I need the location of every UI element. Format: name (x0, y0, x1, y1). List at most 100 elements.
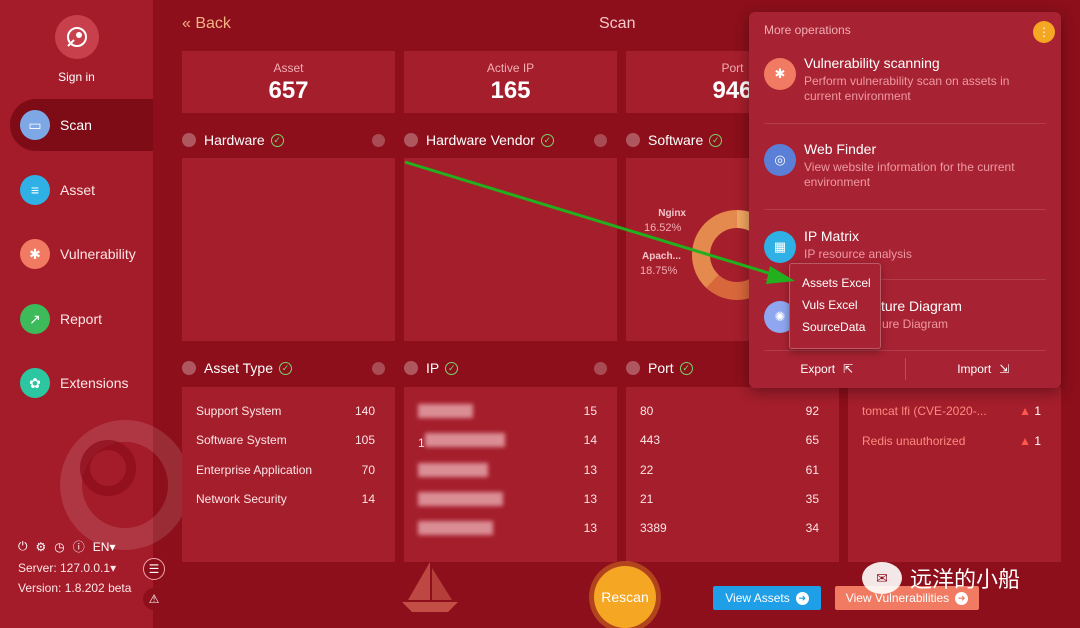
list-item-count: 13 (583, 492, 597, 506)
help-icon[interactable] (372, 362, 385, 375)
vuln-name: Redis unauthorized (862, 434, 966, 448)
sidebar-item-extensions[interactable]: ✿ Extensions (10, 357, 153, 409)
sidebar-item-label: Report (60, 311, 103, 327)
hardware-vendor-header: Hardware Vendor ✓ (404, 132, 554, 148)
list-item[interactable]: 13 (418, 463, 597, 480)
kebab-menu-icon[interactable]: ⋮ (1033, 21, 1055, 43)
list-item[interactable]: Redis unauthorized ▲ 1 (862, 434, 1041, 448)
clock-icon[interactable]: ◷ (54, 540, 64, 554)
vulnerability-icon: ✱ (20, 239, 50, 269)
hamburger-menu-icon[interactable]: ☰ (143, 558, 165, 580)
language-label: EN (92, 539, 110, 554)
export-icon: ⇱ (843, 362, 854, 376)
version-label: Version: 1.8.202 beta (18, 581, 132, 595)
port-icon (626, 361, 640, 375)
help-icon[interactable] (594, 134, 607, 147)
list-item[interactable]: 80 92 (640, 404, 819, 418)
watermark: ✉ 远洋的小船 (862, 562, 1020, 594)
export-source-data[interactable]: SourceData (802, 320, 865, 334)
list-item[interactable]: 15 (418, 404, 597, 421)
vulnerability-panel: tomcat lfi (CVE-2020-... ▲ 1 Redis unauth… (848, 387, 1061, 562)
back-button[interactable]: « Back (182, 15, 231, 33)
op-title: IP Matrix (804, 228, 859, 244)
software-header: Software ✓ (626, 132, 723, 148)
export-label: Export (800, 362, 836, 376)
warning-icon[interactable]: ⚠ (143, 588, 165, 610)
list-item[interactable]: 443 65 (640, 433, 819, 447)
op-title: cture Diagram (874, 298, 962, 314)
op-desc: IP resource analysis (804, 247, 912, 261)
list-item[interactable]: 22 61 (640, 463, 819, 477)
check-icon: ✓ (679, 361, 693, 375)
panel-title: Software (648, 132, 704, 148)
help-icon[interactable] (372, 134, 385, 147)
scan-icon: ▭ (20, 110, 50, 140)
op-desc: Perform vulnerability scan on assets in … (804, 74, 1010, 103)
rocket-icon (67, 27, 87, 47)
asset-type-icon (182, 361, 196, 375)
app-logo[interactable] (55, 15, 99, 59)
warning-icon: ▲ (1019, 434, 1031, 448)
list-item[interactable]: 13 (418, 492, 597, 509)
sidebar-item-asset[interactable]: ≡ Asset (10, 164, 153, 216)
list-item[interactable]: Network Security 14 (196, 492, 375, 506)
list-item-count: 92 (805, 404, 819, 418)
sidebar-item-label: Extensions (60, 375, 129, 391)
list-item[interactable]: 13 (418, 521, 597, 538)
import-button[interactable]: Import ⇲ (906, 350, 1062, 388)
view-assets-button[interactable]: View Assets ➜ (713, 586, 821, 610)
popup-footer: Export ⇱ Import ⇲ (749, 350, 1061, 388)
watermark-text: 远洋的小船 (910, 567, 1021, 592)
op-vulnerability-scanning[interactable]: ✱ Vulnerability scanning Perform vulnera… (764, 55, 1046, 115)
list-item-count: 65 (805, 433, 819, 447)
chart-label-apache: Apach... (642, 251, 681, 262)
stat-value: 657 (268, 77, 309, 104)
import-icon: ⇲ (999, 362, 1010, 376)
software-icon (626, 133, 640, 147)
list-item[interactable]: 3389 34 (640, 521, 819, 535)
op-web-finder[interactable]: ◎ Web Finder View website information fo… (764, 141, 1046, 201)
sidebar-item-scan[interactable]: ▭ Scan (10, 99, 153, 151)
list-item[interactable]: tomcat lfi (CVE-2020-... ▲ 1 (862, 404, 1041, 418)
redacted-ip (418, 463, 488, 477)
export-button[interactable]: Export ⇱ (749, 350, 905, 388)
redacted-ip (418, 404, 473, 418)
divider (764, 209, 1046, 210)
export-vuls-excel[interactable]: Vuls Excel (802, 298, 858, 312)
server-label: Server: 127.0.0.1 (18, 561, 111, 575)
list-item-name: Enterprise Application (196, 463, 313, 477)
list-item[interactable]: Enterprise Application 70 (196, 463, 375, 477)
gear-icon[interactable]: ⚙ (36, 540, 47, 554)
check-icon: ✓ (445, 361, 459, 375)
info-icon[interactable]: ⓘ (73, 538, 85, 555)
ip-prefix: 1 (418, 436, 425, 450)
server-select[interactable]: Server: 127.0.0.1▾ (18, 561, 116, 575)
port-number: 22 (640, 463, 654, 477)
chart-value-nginx: 16.52% (644, 222, 682, 234)
vendor-icon (404, 133, 418, 147)
hardware-panel (182, 158, 395, 341)
check-icon: ✓ (279, 361, 293, 375)
help-icon[interactable] (594, 362, 607, 375)
sidebar-item-report[interactable]: ↗ Report (10, 293, 153, 345)
power-icon[interactable]: ⏻ (18, 539, 28, 554)
sidebar-toolbar: ⏻ ⚙ ◷ ⓘ EN▾ (18, 538, 115, 555)
list-item[interactable]: 1 14 (418, 433, 597, 450)
hardware-vendor-panel (404, 158, 617, 341)
list-item[interactable]: Support System 140 (196, 404, 375, 418)
sailboat-icon (402, 562, 458, 612)
port-number: 80 (640, 404, 654, 418)
port-panel: 80 92 443 65 22 61 21 35 3389 34 (626, 387, 839, 562)
list-item[interactable]: 21 35 (640, 492, 819, 506)
sign-in-link[interactable]: Sign in (0, 70, 153, 84)
sidebar-item-label: Asset (60, 182, 96, 198)
export-assets-excel[interactable]: Assets Excel (802, 276, 871, 290)
vuln-count: 1 (1034, 404, 1041, 418)
report-icon: ↗ (20, 304, 50, 334)
list-item[interactable]: Software System 105 (196, 433, 375, 447)
rescan-button[interactable]: Rescan (594, 566, 656, 628)
language-select[interactable]: EN▾ (93, 540, 116, 554)
list-item-count: 70 (361, 463, 375, 477)
sidebar-item-vulnerability[interactable]: ✱ Vulnerability (10, 228, 153, 280)
page-title: Scan (599, 15, 636, 32)
